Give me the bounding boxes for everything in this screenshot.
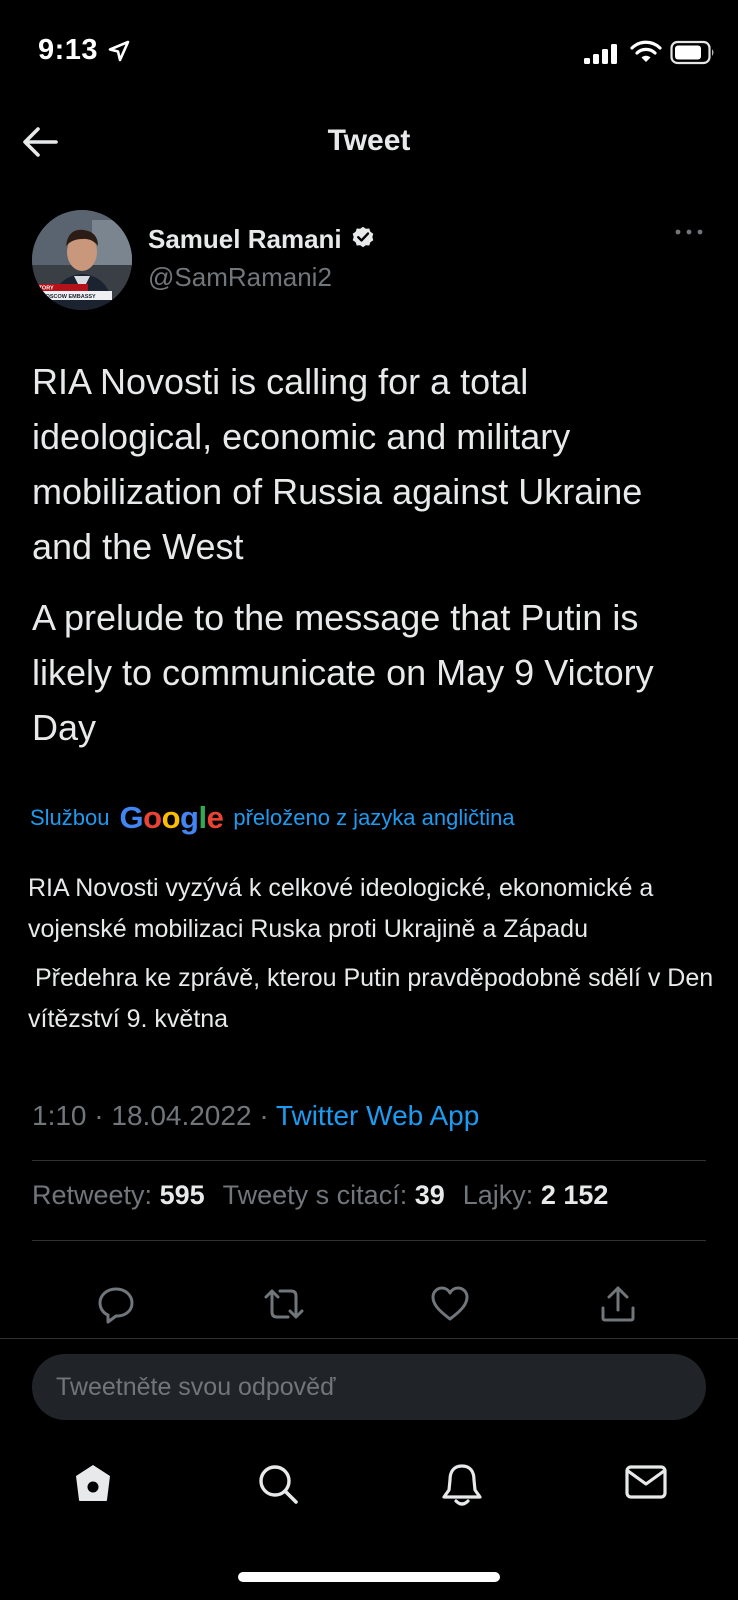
tweet-time: 1:10 (32, 1100, 87, 1131)
translation-attribution: Službou Google přeloženo z jazyka anglič… (30, 800, 515, 836)
divider (32, 1240, 706, 1241)
home-indicator[interactable] (238, 1572, 500, 1582)
share-icon[interactable] (598, 1284, 638, 1329)
divider (32, 1160, 706, 1161)
nav-header: Tweet (0, 110, 738, 174)
messages-icon[interactable] (624, 1462, 668, 1507)
quotes-count: 39 (414, 1180, 445, 1210)
tweet-actions (0, 1284, 738, 1328)
status-time: 9:13 (38, 34, 99, 66)
tweet-stats: Retweety: 595 Tweety s citací: 39 Lajky:… (32, 1180, 608, 1211)
page-title: Tweet (327, 124, 411, 157)
verified-icon (350, 224, 376, 255)
author-name-row: Samuel Ramani (148, 224, 376, 255)
home-icon[interactable] (72, 1462, 114, 1509)
retweets-stat[interactable]: Retweety: 595 (32, 1180, 205, 1211)
retweets-count: 595 (159, 1180, 205, 1210)
tweet-paragraph: A prelude to the message that Putin is l… (32, 597, 654, 748)
likes-count: 2 152 (540, 1180, 609, 1210)
tweet-author: STORY MOSCOW EMBASSY Samuel Ramani @SamR… (32, 210, 708, 310)
divider (0, 1338, 738, 1339)
retweet-icon[interactable] (262, 1284, 306, 1329)
reply-input[interactable]: Tweetněte svou odpověď (32, 1354, 706, 1420)
meta-separator: · (94, 1100, 104, 1131)
signal-icon (584, 44, 620, 69)
likes-stat[interactable]: Lajky: 2 152 (463, 1180, 609, 1211)
wifi-icon (630, 40, 662, 69)
avatar-caption-1: STORY (35, 286, 54, 292)
tweet-text: RIA Novosti is calling for a total ideol… (32, 354, 712, 755)
tweet-meta: 1:10 · 18.04.2022 · Twitter Web App (32, 1100, 479, 1132)
translated-paragraph: Předehra ke zprávě, kterou Putin pravděp… (28, 964, 721, 1033)
tweet-paragraph: RIA Novosti is calling for a total ideol… (32, 361, 643, 567)
author-handle[interactable]: @SamRamani2 (148, 262, 332, 293)
likes-label: Lajky: (462, 1180, 534, 1210)
notifications-icon[interactable] (440, 1462, 484, 1513)
tweet-date: 18.04.2022 (111, 1100, 252, 1131)
reply-icon[interactable] (96, 1284, 136, 1329)
author-name[interactable]: Samuel Ramani (148, 224, 342, 255)
status-bar: 9:13 (0, 0, 738, 96)
quotes-label: Tweety s citací: (222, 1180, 408, 1210)
more-icon[interactable] (674, 224, 704, 242)
avatar[interactable]: STORY MOSCOW EMBASSY (32, 210, 132, 310)
translation-suffix: přeloženo z jazyka angličtina (233, 805, 515, 830)
battery-icon (670, 40, 716, 71)
retweets-label: Retweety: (32, 1180, 153, 1210)
quotes-stat[interactable]: Tweety s citací: 39 (223, 1180, 445, 1211)
search-icon[interactable] (256, 1462, 300, 1511)
tab-bar (0, 1462, 738, 1518)
translation-prefix: Službou (30, 805, 110, 830)
avatar-caption-2: MOSCOW EMBASSY (41, 294, 96, 300)
like-icon[interactable] (430, 1284, 470, 1329)
translated-text: RIA Novosti vyzývá k celkové ideologické… (28, 868, 718, 1040)
translated-paragraph: RIA Novosti vyzývá k celkové ideologické… (28, 874, 654, 943)
location-arrow-icon (108, 40, 130, 67)
google-logo: Google (119, 800, 224, 835)
meta-separator: · (259, 1100, 269, 1131)
tweet-source-link[interactable]: Twitter Web App (276, 1100, 479, 1131)
